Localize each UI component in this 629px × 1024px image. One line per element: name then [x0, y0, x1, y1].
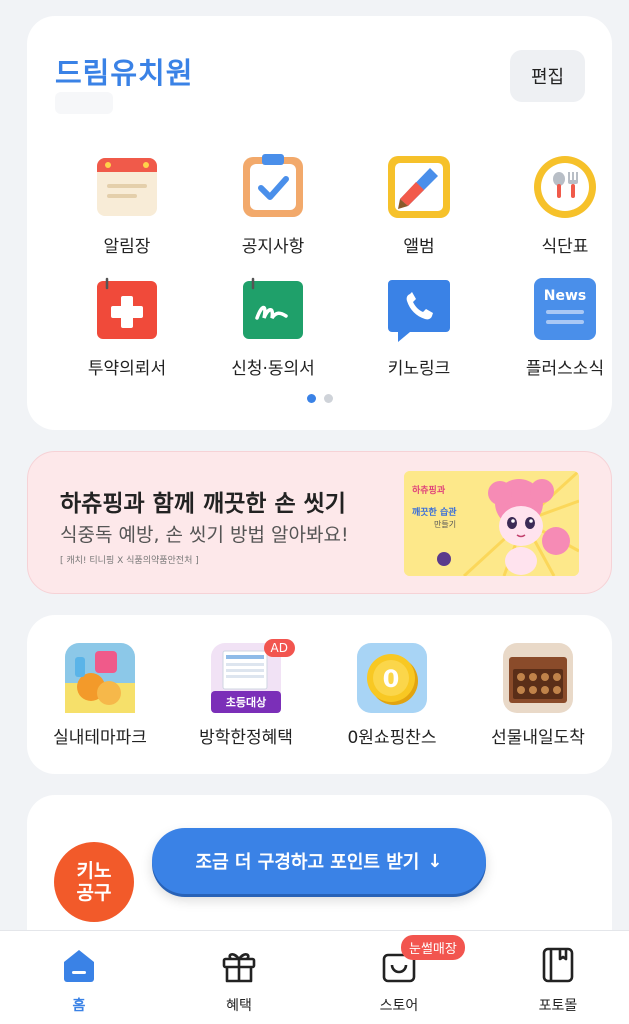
ad-badge: AD — [263, 639, 295, 657]
zero-won-coin-thumbnail: 0 — [357, 643, 427, 713]
menu-item-album[interactable]: 앨범 — [346, 154, 492, 257]
banner-image-text: 하츄핑과 — [412, 484, 446, 496]
menu-item-label: 식단표 — [541, 237, 589, 257]
menu-item-label: 플러스소식 — [525, 359, 605, 379]
arrow-down-icon: ↓ — [427, 850, 443, 872]
menu-item-announcement[interactable]: 공지사항 — [200, 154, 346, 257]
shop-item-theme-park[interactable]: 실내테마파크 — [27, 643, 173, 748]
nav-label: 포토몰 — [538, 998, 578, 1014]
banner-character-image: 하츄핑과 깨끗한 습관 만들기 — [404, 471, 579, 576]
page-dot[interactable] — [323, 394, 333, 403]
logo-text: 키노 — [76, 860, 112, 882]
menu-item-meal-plan[interactable]: 식단표 — [492, 154, 629, 257]
gift-chocolate-thumbnail — [503, 643, 573, 713]
bottom-navigation: 홈 혜택 눈썰매장 스토어 포토몰 — [0, 930, 629, 1024]
coin-text: 0 — [383, 665, 400, 693]
shop-item-vacation-deal[interactable]: 초등대상 AD 방학한정혜택 — [173, 639, 319, 748]
school-card: 드림유치원 편집 알림장 공지사항 앨범 식단표 투약의뢰서 신청·동의서 키노… — [27, 16, 612, 430]
notice-board-icon — [94, 154, 160, 220]
nav-label: 혜택 — [226, 998, 252, 1014]
menu-item-label: 신청·동의서 — [231, 359, 315, 379]
banner-title: 하츄핑과 함께 깨끗한 손 씻기 — [60, 491, 346, 517]
menu-item-label: 알림장 — [103, 237, 151, 257]
menu-item-notice[interactable]: 알림장 — [54, 154, 200, 257]
announcement-clipboard-icon — [240, 154, 306, 220]
cta-label: 조금 더 구경하고 포인트 받기 — [195, 852, 420, 873]
kino-group-buy-logo[interactable]: 키노 공구 — [54, 842, 134, 922]
consent-form-icon — [240, 276, 306, 342]
store-icon: 눈썰매장 — [379, 935, 465, 985]
shop-item-gift-delivery[interactable]: 선물내일도착 — [465, 643, 611, 748]
menu-item-label: 키노링크 — [387, 359, 451, 379]
shop-item-zero-won[interactable]: 0 0원쇼핑찬스 — [319, 643, 465, 748]
nav-item-photo-mall[interactable]: 포토몰 — [498, 945, 618, 1015]
thumbnail-tag: 초등대상 — [226, 695, 266, 709]
kinolink-phone-icon — [386, 276, 452, 342]
menu-item-consent[interactable]: 신청·동의서 — [200, 276, 346, 379]
nav-label: 스토어 — [379, 998, 419, 1014]
edit-button[interactable]: 편집 — [510, 50, 585, 102]
photo-mall-icon — [538, 945, 578, 985]
nav-item-benefits[interactable]: 혜택 — [179, 945, 299, 1015]
banner-subtitle: 식중독 예방, 손 씻기 방법 알아봐요! — [60, 524, 349, 546]
school-name[interactable]: 드림유치원 — [55, 50, 193, 92]
meal-plan-icon — [532, 154, 598, 220]
plus-news-icon: News — [532, 276, 598, 342]
menu-item-medication[interactable]: 투약의뢰서 — [54, 276, 200, 379]
nav-label: 홈 — [72, 998, 86, 1014]
medication-request-icon — [94, 276, 160, 342]
album-icon — [386, 154, 452, 220]
menu-item-kinolink[interactable]: 키노링크 — [346, 276, 492, 379]
browse-points-button[interactable]: 조금 더 구경하고 포인트 받기 ↓ — [152, 828, 486, 894]
banner-image-text: 깨끗한 습관 — [412, 506, 457, 518]
nav-item-home[interactable]: 홈 — [19, 945, 139, 1015]
menu-item-plus-news[interactable]: News 플러스소식 — [492, 276, 629, 379]
menu-item-label: 투약의뢰서 — [87, 359, 167, 379]
news-icon-text: News — [544, 288, 586, 304]
nav-item-store[interactable]: 눈썰매장 스토어 — [339, 935, 465, 1015]
banner-note: [ 캐치! 티니핑 X 식품의약품안전처 ] — [60, 556, 199, 566]
page-dot-active[interactable] — [306, 394, 316, 403]
vacation-deal-thumbnail: 초등대상 AD — [211, 639, 295, 713]
menu-item-label: 공지사항 — [241, 237, 305, 257]
shop-item-label: 방학한정혜택 — [199, 728, 293, 748]
home-icon — [59, 945, 99, 985]
store-badge: 눈썰매장 — [401, 935, 465, 960]
shop-item-label: 선물내일도착 — [491, 728, 585, 748]
logo-text: 공구 — [76, 882, 112, 904]
gift-icon — [219, 945, 259, 985]
school-subtitle-placeholder — [55, 92, 113, 114]
banner-image-text: 만들기 — [434, 520, 456, 529]
theme-park-thumbnail — [65, 643, 135, 713]
promo-banner[interactable]: 하츄핑과 함께 깨끗한 손 씻기 식중독 예방, 손 씻기 방법 알아봐요! [… — [27, 451, 612, 594]
shopping-card: 실내테마파크 초등대상 AD 방학한정혜택 0 0원쇼핑찬스 선물내일도착 — [27, 615, 612, 774]
page-indicator — [27, 394, 612, 403]
menu-item-label: 앨범 — [403, 237, 435, 257]
app-home-screen: 드림유치원 편집 알림장 공지사항 앨범 식단표 투약의뢰서 신청·동의서 키노… — [0, 0, 629, 1024]
shop-item-label: 실내테마파크 — [53, 728, 147, 748]
shop-item-label: 0원쇼핑찬스 — [347, 728, 437, 748]
